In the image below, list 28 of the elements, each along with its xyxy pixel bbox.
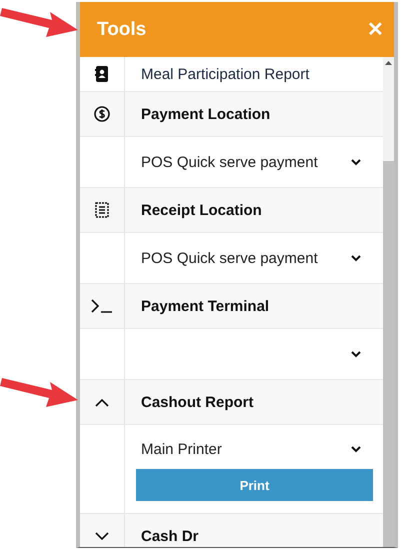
panel-title: Tools [97, 18, 146, 40]
dropdown[interactable]: Main Printer [136, 429, 373, 469]
dollar-icon [94, 106, 110, 122]
menu-item-label: Meal Participation Report [141, 66, 310, 82]
scroll-up-icon [385, 61, 392, 65]
scrollbar-thumb[interactable] [383, 161, 394, 547]
section-title: Cash Dr [141, 528, 199, 544]
receipt-icon [95, 202, 109, 218]
section-header[interactable]: Payment Location [80, 92, 383, 137]
chevron-down-icon [351, 350, 361, 358]
dropdown[interactable]: POS Quick serve payment [136, 137, 373, 187]
scrollbar[interactable] [383, 57, 394, 547]
section-header[interactable]: Receipt Location [80, 188, 383, 233]
chevron-down-icon [351, 254, 361, 262]
chevron-down-icon [351, 158, 361, 166]
section-title: Payment Terminal [141, 298, 270, 314]
section-header[interactable]: Payment Terminal [80, 284, 383, 329]
caret-down-icon [95, 532, 109, 540]
section-title: Payment Location [141, 106, 270, 122]
dropdown[interactable]: POS Quick serve payment [136, 233, 373, 283]
terminal-icon [91, 299, 113, 313]
section-header[interactable]: Cash Dr [80, 514, 383, 547]
chevron-down-icon [351, 446, 361, 452]
section-title: Cashout Report [141, 394, 254, 410]
contact-book-icon [95, 66, 109, 82]
caret-up-icon [95, 398, 109, 406]
section-title: Receipt Location [141, 202, 262, 218]
section-header[interactable]: Cashout Report [80, 380, 383, 425]
